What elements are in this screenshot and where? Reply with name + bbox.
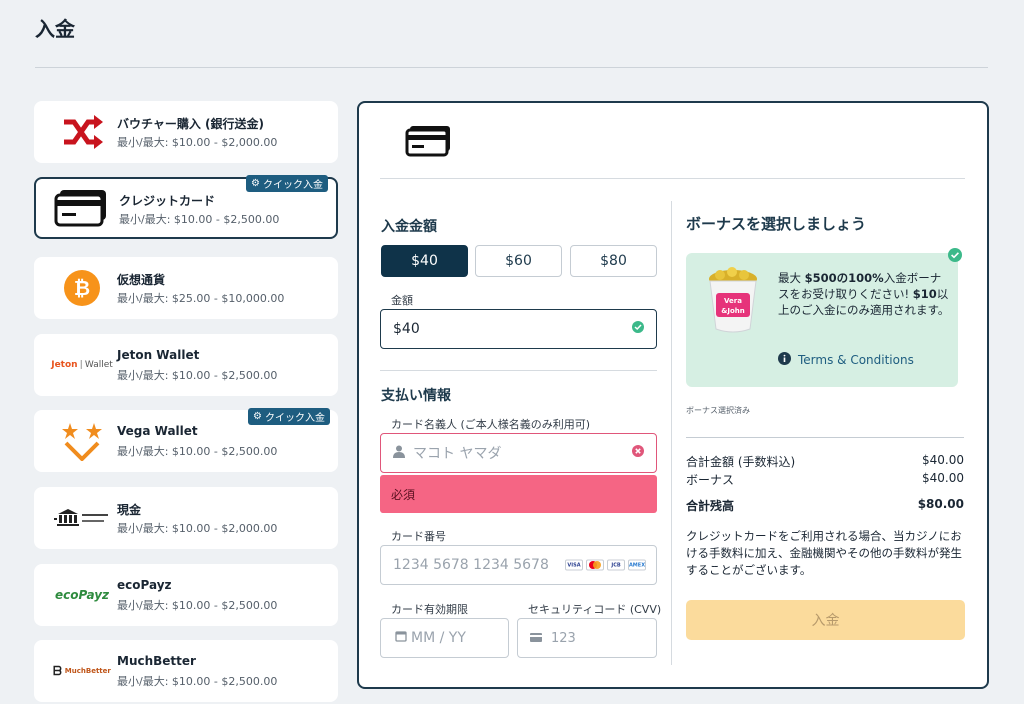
expiry-label: カード有効期限 (391, 603, 468, 616)
method-name: バウチャー購入 (銀行送金) (117, 117, 265, 131)
valid-check-icon (632, 321, 644, 337)
method-name: クレジットカード (119, 194, 216, 208)
method-limits: 最小/最大: $25.00 - $10,000.00 (117, 292, 285, 305)
top-divider (35, 67, 988, 68)
method-limits: 最小/最大: $10.00 - $2,500.00 (117, 675, 278, 688)
bitcoin-icon: ₿ (44, 269, 120, 307)
user-icon (393, 445, 405, 462)
method-name: ecoPayz (117, 578, 172, 592)
bonus-card[interactable]: Vera &John 最大 $500の100%入金ボーナスをお受け取りください!… (686, 248, 962, 387)
shuffle-arrows-icon (44, 113, 120, 151)
svg-text:₿: ₿ (74, 276, 90, 300)
method-limits: 最小/最大: $10.00 - $2,500.00 (117, 445, 278, 458)
summary-total-row: 合計金額 (手数料込) $40.00 (686, 453, 964, 469)
credit-card-icon (405, 125, 453, 161)
column-divider (671, 201, 672, 665)
method-jeton[interactable]: Jeton | Wallet Jeton Wallet 最小/最大: $10.00 … (34, 334, 338, 396)
method-limits: 最小/最大: $10.00 - $2,500.00 (117, 369, 278, 382)
card-number-label: カード番号 (391, 530, 446, 543)
terms-link[interactable]: Terms & Conditions (778, 352, 914, 368)
method-crypto[interactable]: ₿ 仮想通貨 最小/最大: $25.00 - $10,000.00 (34, 257, 338, 319)
method-limits: 最小/最大: $10.00 - $2,500.00 (119, 213, 280, 226)
amount-option-60[interactable]: $60 (475, 245, 562, 277)
method-muchbetter[interactable]: ᗷ MuchBetter MuchBetter 最小/最大: $10.00 - $… (34, 640, 338, 702)
svg-text:Vera: Vera (724, 297, 742, 305)
card-brand-icons: VISA JCB AMEX (565, 559, 646, 571)
muchbetter-b-icon: ᗷ (53, 663, 62, 678)
card-number-input[interactable]: 1234 5678 1234 5678 VISA JCB AMEX (380, 545, 657, 585)
method-vega[interactable]: ⚙ クイック入金 Vega Wallet 最小/最大: $10.00 - $2,5… (34, 408, 338, 472)
amount-section-title: 入金金額 (381, 219, 437, 235)
mastercard-icon (586, 559, 604, 571)
method-ecopayz[interactable]: ecoPayz ecoPayz 最小/最大: $10.00 - $2,500.0… (34, 564, 338, 626)
panel-divider (380, 178, 965, 179)
summary-balance-row: 合計残高 $80.00 (686, 497, 964, 513)
method-limits: 最小/最大: $10.00 - $2,500.00 (117, 599, 278, 612)
amount-option-80[interactable]: $80 (570, 245, 657, 277)
calendar-icon (395, 630, 407, 646)
payment-section-title: 支払い情報 (381, 388, 451, 404)
lightning-icon: ⚙ (251, 178, 260, 189)
page-title: 入金 (35, 17, 75, 41)
method-credit-card[interactable]: ⚙ クイック入金 クレジットカード 最小/最大: $10.00 - $2,500.… (34, 175, 338, 239)
cvv-label: セキュリティコード (CVV) (528, 603, 662, 616)
svg-text:&John: &John (721, 307, 745, 315)
visa-icon: VISA (565, 559, 583, 571)
jcb-icon: JCB (607, 559, 625, 571)
method-name: Jeton Wallet (117, 348, 200, 362)
amount-input[interactable]: $40 (380, 309, 657, 349)
section-divider (380, 370, 657, 371)
fee-note: クレジットカードをご利用される場合、当カジノにおける手数料に加え、金融機関やその… (686, 529, 962, 577)
amex-icon: AMEX (628, 559, 646, 571)
amount-option-40[interactable]: $40 (381, 245, 468, 277)
cvv-input[interactable]: 123 (517, 618, 657, 658)
bonus-selected-note: ボーナス選択済み (686, 406, 750, 415)
method-name: 現金 (117, 503, 142, 517)
cardholder-label: カード名義人 (ご本人様名義のみ利用可) (391, 418, 591, 431)
bonus-selected-check-icon (948, 247, 962, 266)
amount-label: 金額 (391, 294, 413, 307)
cardholder-error-message: 必須 (380, 475, 657, 513)
method-limits: 最小/最大: $10.00 - $2,000.00 (117, 136, 278, 149)
method-voucher[interactable]: バウチャー購入 (銀行送金) 最小/最大: $10.00 - $2,000.00 (34, 101, 338, 163)
quick-deposit-badge: ⚙ クイック入金 (246, 175, 328, 192)
summary-bonus-row: ボーナス $40.00 (686, 471, 964, 487)
deposit-submit-button[interactable]: 入金 (686, 600, 965, 640)
quick-deposit-badge: ⚙ クイック入金 (248, 408, 330, 425)
cardholder-input[interactable]: マコト ヤマダ (380, 433, 657, 473)
card-icon (530, 631, 542, 646)
info-icon (778, 352, 791, 368)
jeton-logo: Jeton | Wallet (51, 360, 113, 370)
lightning-icon: ⚙ (253, 411, 262, 422)
error-clear-icon[interactable] (632, 445, 644, 461)
muchbetter-logo: ᗷ MuchBetter (53, 663, 111, 678)
bonus-bucket-image: Vera &John (706, 267, 760, 341)
expiry-input[interactable]: MM / YY (380, 618, 509, 658)
method-name: Vega Wallet (117, 424, 198, 438)
credit-card-icon (44, 189, 120, 227)
vega-wallet-logo (44, 422, 120, 461)
method-cash[interactable]: 現金 最小/最大: $10.00 - $2,000.00 (34, 487, 338, 549)
summary-divider (686, 437, 964, 438)
deposit-panel: 入金金額 $40 $60 $80 金額 $40 支払い情報 カード名義人 (ご本… (357, 101, 989, 689)
bonus-section-title: ボーナスを選択しましょう (686, 215, 867, 233)
method-limits: 最小/最大: $10.00 - $2,000.00 (117, 522, 278, 535)
method-name: 仮想通貨 (117, 273, 166, 287)
ecopayz-logo: ecoPayz (54, 588, 110, 602)
bank-icon (44, 499, 120, 537)
method-name: MuchBetter (117, 654, 196, 668)
bonus-description: 最大 $500の100%入金ボーナスをお受け取りください! $10以上のご入金に… (778, 271, 950, 317)
